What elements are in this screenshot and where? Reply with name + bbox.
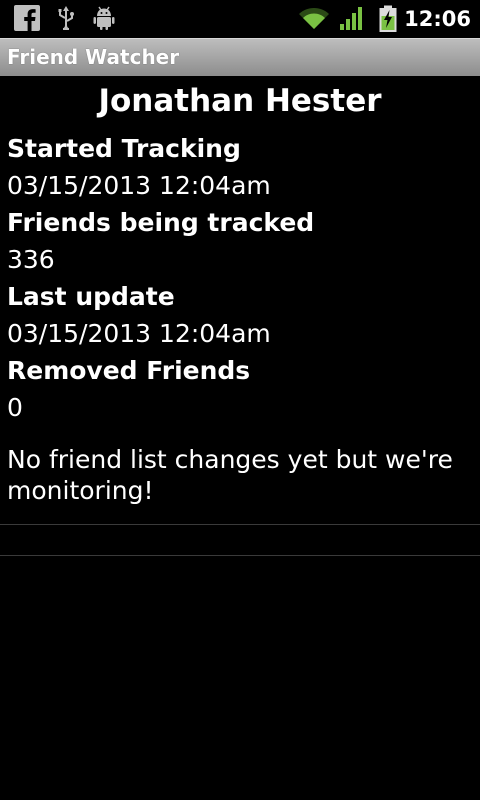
friends-tracked-label: Friends being tracked — [7, 208, 315, 237]
last-update-value: 03/15/2013 12:04am — [7, 319, 271, 348]
signal-icon — [339, 5, 365, 33]
android-debug-icon — [92, 5, 116, 33]
user-name: Jonathan Hester — [98, 83, 382, 119]
friends-tracked-value: 336 — [7, 245, 55, 274]
last-update-label: Last update — [7, 282, 175, 311]
started-tracking-label: Started Tracking — [7, 134, 241, 163]
status-clock: 12:06 — [404, 7, 471, 31]
facebook-icon — [14, 5, 40, 33]
started-tracking-value: 03/15/2013 12:04am — [7, 171, 271, 200]
wifi-icon — [298, 5, 330, 33]
removed-friends-label: Removed Friends — [7, 356, 251, 385]
removed-friends-value: 0 — [7, 393, 23, 422]
app-title-bar: Friend Watcher — [0, 38, 480, 76]
app-title: Friend Watcher — [7, 45, 180, 69]
list-divider-top — [0, 524, 480, 525]
status-bar: 12:06 — [0, 0, 480, 38]
status-message: No friend list changes yet but we're mon… — [7, 445, 453, 505]
usb-icon — [56, 5, 76, 33]
battery-charging-icon — [378, 5, 398, 33]
list-divider-bottom — [0, 555, 480, 556]
